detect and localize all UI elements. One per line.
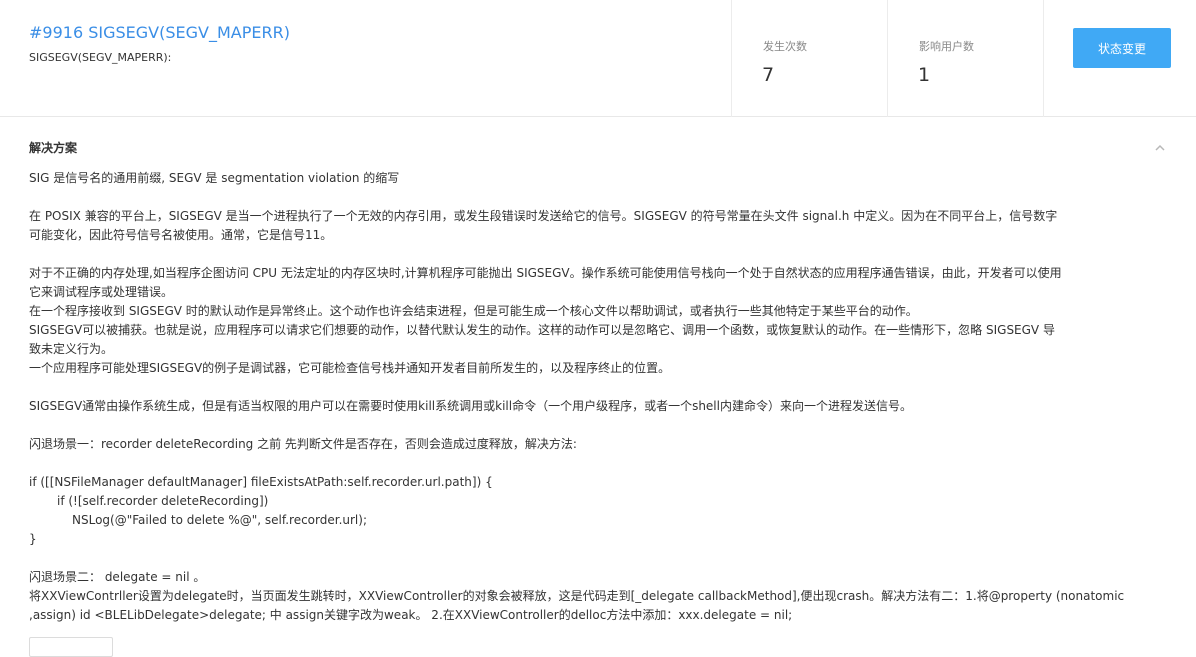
stat-occurrences-value: 7 [762, 64, 775, 86]
stat-occurrences-label: 发生次数 [763, 40, 807, 53]
solution-line: SIGSEGV可以被捕获。也就是说，应用程序可以请求它们想要的动作，以替代默认发… [29, 323, 1055, 337]
issue-header: #9916 SIGSEGV(SEGV_MAPERR) SIGSEGV(SEGV_… [0, 0, 1196, 117]
solution-line: ,assign) id <BLELibDelegate>delegate; 中 … [29, 608, 793, 622]
solution-line: SIG 是信号名的通用前缀, SEGV 是 segmentation viola… [29, 171, 400, 185]
partial-button[interactable] [29, 637, 113, 657]
code-line: NSLog(@"Failed to delete %@", self.recor… [72, 513, 367, 527]
stat-affected-users-value: 1 [918, 64, 931, 86]
status-change-button[interactable]: 状态变更 [1073, 28, 1171, 68]
solution-line: 一个应用程序可能处理SIGSEGV的例子是调试器，它可能检查信号栈并通知开发者目… [29, 361, 671, 375]
stat-affected-users-label: 影响用户数 [919, 40, 974, 53]
solution-line: 在 POSIX 兼容的平台上，SIGSEGV 是当一个进程执行了一个无效的内存引… [29, 209, 1058, 223]
solution-line: 对于不正确的内存处理,如当程序企图访问 CPU 无法定址的内存区块时,计算机程序… [29, 266, 1062, 280]
solution-content: SIG 是信号名的通用前缀, SEGV 是 segmentation viola… [29, 169, 1159, 625]
solution-heading: 解决方案 [29, 141, 78, 155]
code-line: } [29, 532, 37, 546]
solution-line: 将XXViewContrller设置为delegate时，当页面发生跳转时，XX… [29, 589, 1125, 603]
solution-line: 闪退场景一：recorder deleteRecording 之前 先判断文件是… [29, 437, 577, 451]
solution-line: SIGSEGV通常由操作系统生成，但是有适当权限的用户可以在需要时使用kill系… [29, 399, 912, 413]
stat-occurrences: 发生次数 7 [731, 0, 887, 117]
chevron-up-icon[interactable] [1153, 141, 1167, 155]
solution-line: 闪退场景二： delegate = nil 。 [29, 570, 206, 584]
issue-title[interactable]: #9916 SIGSEGV(SEGV_MAPERR) [29, 23, 290, 42]
solution-line: 致未定义行为。 [29, 342, 114, 356]
code-line: if ([[NSFileManager defaultManager] file… [29, 475, 493, 489]
issue-subtitle: SIGSEGV(SEGV_MAPERR): [29, 51, 172, 64]
solution-line: 在一个程序接收到 SIGSEGV 时的默认动作是异常终止。这个动作也许会结束进程… [29, 304, 918, 318]
solution-line: 它来调试程序或处理错误。 [29, 285, 174, 299]
code-line: if (![self.recorder deleteRecording]) [57, 494, 269, 508]
solution-line: 可能变化，因此符号信号名被使用。通常，它是信号11。 [29, 228, 333, 242]
stat-affected-users: 影响用户数 1 [887, 0, 1043, 117]
